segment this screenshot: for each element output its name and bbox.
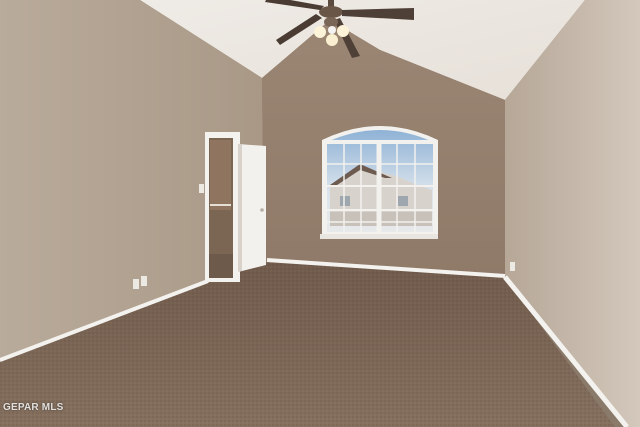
wall-outlet — [141, 276, 147, 286]
room-illustration — [0, 0, 640, 427]
closet-doorway — [205, 132, 240, 282]
light-switch[interactable] — [199, 184, 204, 193]
wall-outlet — [133, 279, 139, 289]
arched-window — [320, 126, 438, 239]
watermark-text: GEPAR MLS — [3, 402, 64, 413]
empty-bedroom-photo: GEPAR MLS — [0, 0, 640, 427]
open-door[interactable] — [238, 144, 266, 272]
wall-outlet — [510, 262, 515, 271]
